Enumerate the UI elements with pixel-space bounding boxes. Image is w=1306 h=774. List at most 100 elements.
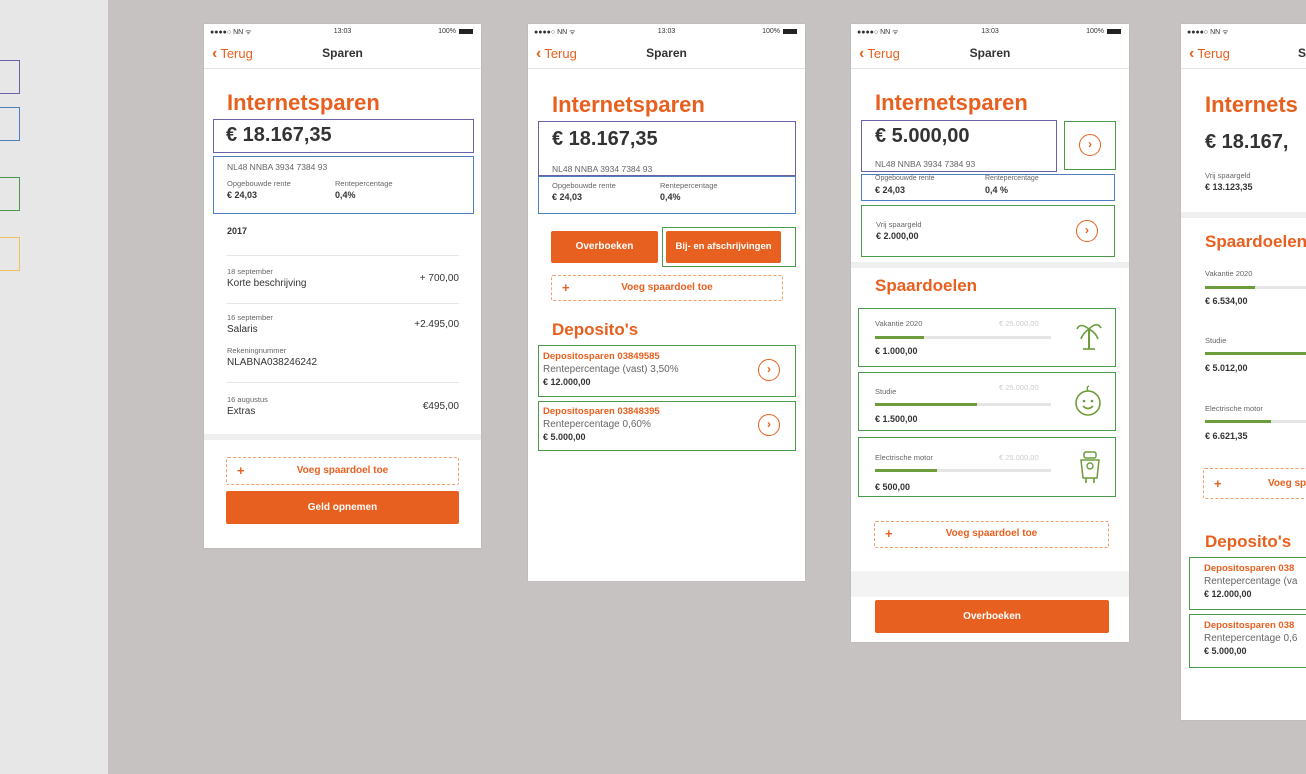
transaction-date: 16 september	[227, 313, 273, 322]
transaction-date: 16 augustus	[227, 395, 268, 404]
scooter-icon	[1080, 451, 1100, 483]
interest-value: € 24,03	[552, 192, 583, 202]
add-goal-label: Voeg spaardoel toe	[945, 528, 1038, 539]
transfer-button[interactable]: Overboeken	[875, 600, 1109, 633]
section-separator	[851, 262, 1129, 268]
add-goal-button[interactable]: + Voeg spaardoel toe	[874, 521, 1109, 548]
history-button[interactable]: Bij- en afschrijvingen	[666, 231, 781, 263]
back-button[interactable]: ‹ Terug	[1189, 45, 1230, 63]
withdraw-button[interactable]: Geld opnemen	[226, 491, 459, 524]
balance: € 18.167,35	[226, 124, 332, 146]
account-number-value: NLABNA038246242	[227, 357, 318, 368]
deposit-card[interactable]: Depositosparen 038 Rentepercentage 0,6 €…	[1189, 614, 1306, 668]
add-goal-button[interactable]: + Voeg sp	[1203, 468, 1306, 499]
account-number-label: Rekeningnummer	[227, 346, 287, 355]
balance: € 18.167,	[1205, 131, 1289, 153]
year-header: 2017	[227, 226, 248, 236]
transaction-desc: Extras	[227, 406, 256, 417]
account-title: Internets	[1205, 92, 1298, 117]
free-savings-label: Vrij spaargeld	[1205, 171, 1251, 180]
interest-label: Opgebouwde rente	[552, 181, 616, 190]
rate-value: 0,4 %	[985, 185, 1009, 195]
add-goal-button[interactable]: + Voeg spaardoel toe	[551, 275, 783, 301]
deposit-title: Depositosparen 03849585	[543, 351, 660, 362]
free-savings-card[interactable]: Vrij spaargeld € 2.000,00 ›	[861, 205, 1115, 257]
deposit-title: Depositosparen 038	[1204, 620, 1295, 631]
goal-name: Studie	[1205, 336, 1227, 345]
transaction-amount: +2.495,00	[414, 319, 459, 330]
deposits-title: Deposito's	[552, 320, 639, 339]
divider	[227, 303, 459, 304]
chevron-right-icon[interactable]: ›	[1079, 134, 1101, 156]
add-goal-label: Voeg spaardoel toe	[296, 465, 389, 476]
goal-card[interactable]: Studie € 25.000,00 € 1.500,00	[858, 372, 1116, 431]
rate-value: 0,4%	[660, 192, 681, 202]
rate-label: Rentepercentage	[335, 179, 393, 188]
goal-progress-bar	[875, 469, 1051, 472]
status-bar: ●●●●○ NN ᯤ 13:03 100%	[204, 28, 481, 40]
transaction-amount: €495,00	[422, 401, 459, 412]
goal-card[interactable]: Vakantie 2020 € 25.000,00 € 1.000,00	[858, 308, 1116, 367]
nav-bar: ‹ Terug Sparen	[851, 40, 1129, 69]
page-title: Sparen	[322, 46, 363, 60]
goal-name: Vakantie 2020	[1205, 269, 1253, 278]
phone-goals: ●●●●○ NN ᯤ 13:03 100% ‹ Terug Sparen Intern…	[851, 24, 1129, 642]
footer-area	[851, 571, 1129, 597]
interest-value: € 24,03	[875, 185, 906, 195]
goal-progress-fill	[1205, 286, 1256, 289]
deposit-card[interactable]: Depositosparen 03849585 Rentepercentage …	[538, 345, 796, 397]
goal-target: € 25.000,00	[999, 319, 1039, 328]
back-label: Terug	[1197, 46, 1230, 61]
battery-icon: 100%	[762, 28, 797, 35]
goal-progress-bar	[1205, 352, 1306, 355]
legend-blue-box	[0, 107, 20, 141]
account-title: Internetsparen	[875, 90, 1028, 115]
deposit-card[interactable]: Depositosparen 03848395 Rentepercentage …	[538, 401, 796, 451]
rate-label: Rentepercentage	[985, 175, 1039, 182]
goal-value: € 1.000,00	[875, 346, 918, 356]
goal-progress-fill	[875, 336, 925, 339]
goal-card[interactable]: Electrische motor € 25.000,00 € 500,00	[858, 437, 1116, 497]
goal-value: € 5.012,00	[1205, 363, 1248, 373]
deposit-card[interactable]: Depositosparen 038 Rentepercentage (va €…	[1189, 557, 1306, 610]
goal-name: Electrische motor	[1205, 404, 1263, 413]
battery-icon: 100%	[438, 28, 473, 35]
deposit-title: Depositosparen 03848395	[543, 406, 660, 417]
transfer-button[interactable]: Overboeken	[551, 231, 658, 263]
page-title: Sparen	[969, 46, 1011, 60]
goal-progress-bar	[1205, 420, 1306, 423]
goal-progress-fill	[875, 403, 978, 406]
account-title: Internetsparen	[552, 92, 705, 117]
goals-title: Spaardoelen	[875, 276, 978, 295]
add-goal-button[interactable]: + Voeg spaardoel toe	[226, 457, 459, 485]
nav-bar: ‹ Terug Sparen	[528, 40, 805, 69]
goals-title: Spaardoelen	[1205, 232, 1306, 251]
nav-bar: ‹ Terug Sparen	[204, 40, 481, 69]
legend-yellow-box	[0, 237, 20, 271]
add-goal-label: Voeg spaardoel toe	[621, 282, 713, 293]
deposit-value: € 5.000,00	[1204, 646, 1247, 656]
section-separator	[1181, 212, 1306, 218]
transaction-amount: + 700,00	[419, 273, 459, 284]
legend-green-box	[0, 177, 20, 211]
transaction-desc: Korte beschrijving	[227, 278, 307, 289]
goal-value: € 500,00	[875, 482, 911, 492]
divider	[227, 382, 459, 383]
goal-value: € 6.534,00	[1205, 296, 1248, 306]
goal-name: Vakantie 2020	[875, 319, 923, 328]
chevron-right-icon[interactable]: ›	[1076, 220, 1098, 242]
status-bar: ●●●●○ NN ᯤ	[1181, 28, 1306, 40]
transaction-desc: Salaris	[227, 324, 258, 335]
deposits-title: Deposito's	[1205, 532, 1292, 551]
interest-label: Opgebouwde rente	[227, 179, 291, 188]
goal-progress-fill	[1205, 352, 1306, 355]
interest-label: Opgebouwde rente	[875, 175, 935, 182]
interest-value: € 24,03	[227, 190, 258, 200]
status-bar: ●●●●○ NN ᯤ 13:03 100%	[851, 28, 1129, 40]
deposit-rate: Rentepercentage 0,6	[1204, 633, 1298, 644]
chevron-right-icon[interactable]: ›	[758, 359, 780, 381]
goal-target: € 25.000,00	[999, 453, 1039, 462]
chevron-right-icon[interactable]: ›	[758, 414, 780, 436]
phone-transactions: ●●●●○ NN ᯤ 13:03 100% ‹ Terug Sparen Intern…	[204, 24, 481, 548]
balance: € 5.000,00	[875, 125, 970, 147]
